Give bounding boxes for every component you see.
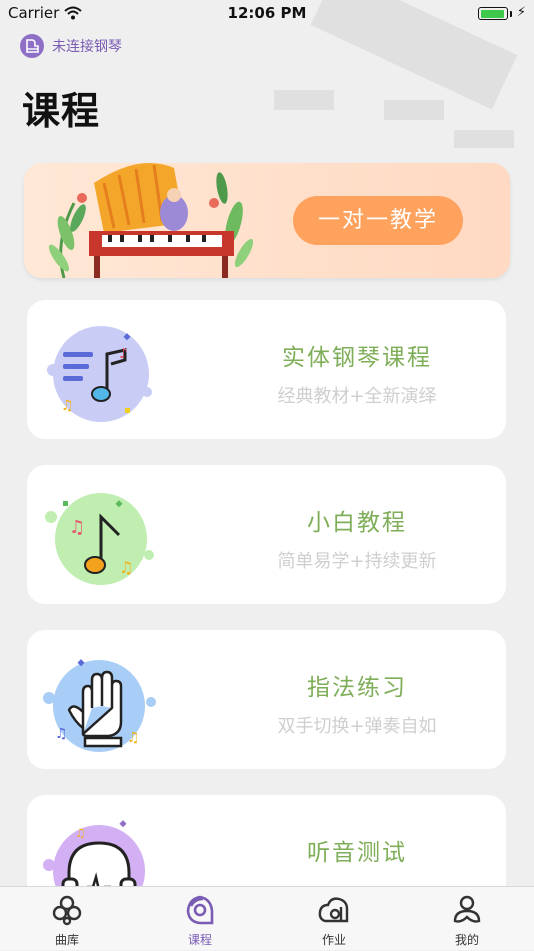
svg-text:♫: ♫ <box>55 726 68 742</box>
course-subtitle: 经典教材+全新演绎 <box>277 386 437 407</box>
course-title: 指法练习 <box>307 675 407 701</box>
tab-course[interactable]: 课程 <box>133 887 267 951</box>
svg-text:♫: ♫ <box>61 398 74 414</box>
grand-piano-illustration <box>48 163 254 278</box>
tab-label: 曲库 <box>54 933 79 947</box>
svg-text:♫: ♫ <box>69 517 85 538</box>
piano-connection-status[interactable]: 未连接钢琴 <box>20 34 122 58</box>
course-card-physical-piano[interactable]: ♪ ♫ 实体钢琴课程 经典教材+全新演绎 <box>27 300 506 439</box>
background-piano-decoration <box>274 0 518 148</box>
tab-library[interactable]: 曲库 <box>0 887 134 951</box>
svg-text:♫: ♫ <box>127 730 140 746</box>
course-subtitle: 双手切换+弹奏自如 <box>277 716 437 737</box>
course-card-fingering[interactable]: ♫ ♫ 指法练习 双手切换+弹奏自如 <box>27 630 506 769</box>
page-title: 课程 <box>22 89 101 133</box>
one-on-one-button[interactable]: 一对一教学 <box>293 196 463 245</box>
course-icon <box>186 895 214 925</box>
tab-homework[interactable]: 作业 <box>267 887 401 951</box>
tab-bar: 曲库 课程 作业 我的 <box>0 886 534 950</box>
piano-icon <box>20 34 44 58</box>
svg-text:♫: ♫ <box>75 826 86 840</box>
course-title: 实体钢琴课程 <box>282 345 432 371</box>
svg-text:♪: ♪ <box>119 346 128 362</box>
tab-label: 课程 <box>187 933 212 947</box>
profile-icon <box>453 895 481 923</box>
course-subtitle: 简单易学+持续更新 <box>277 551 437 572</box>
hand-icon: ♫ ♫ <box>43 659 156 752</box>
tab-label: 我的 <box>454 933 479 947</box>
library-icon <box>52 895 82 926</box>
piano-status-label: 未连接钢琴 <box>52 39 122 55</box>
tab-profile[interactable]: 我的 <box>400 887 534 951</box>
course-card-beginner[interactable]: ♫ ♫ 小白教程 简单易学+持续更新 <box>27 465 506 604</box>
tab-label: 作业 <box>321 933 346 947</box>
music-note-icon: ♫ ♫ <box>45 493 154 585</box>
one-on-one-banner[interactable]: 一对一教学 <box>24 163 510 278</box>
homework-icon <box>318 897 349 923</box>
music-notes-icon: ♪ ♫ <box>47 326 152 422</box>
svg-text:♫: ♫ <box>119 558 133 577</box>
course-title: 听音测试 <box>307 840 407 866</box>
course-title: 小白教程 <box>307 510 407 536</box>
